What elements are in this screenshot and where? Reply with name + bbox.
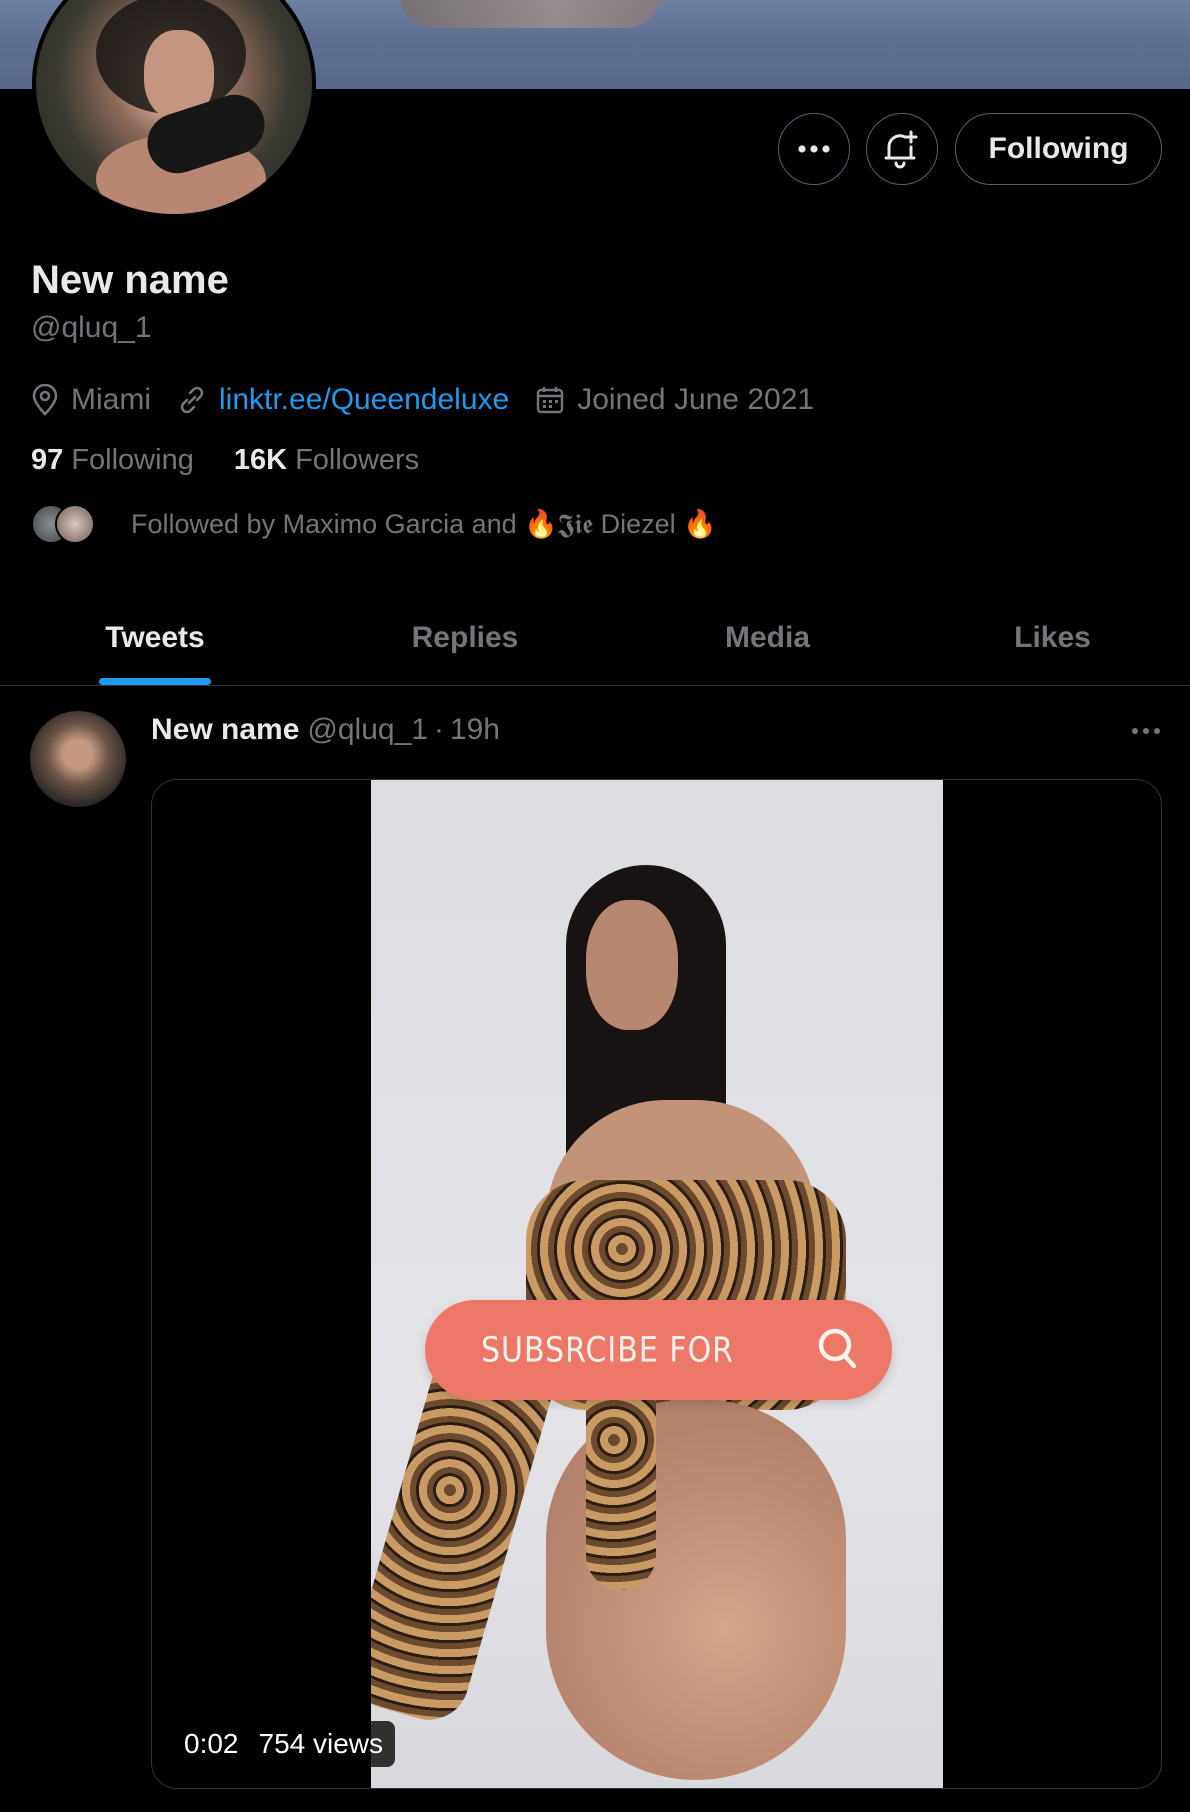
profile-handle: @qluq_1 — [31, 311, 152, 344]
bell-plus-icon — [884, 130, 918, 169]
video-content — [586, 900, 678, 1030]
joined-text: Joined June 2021 — [577, 383, 815, 416]
following-count-link[interactable]: 97 Following — [31, 444, 194, 477]
tweet-author-name[interactable]: New name — [151, 713, 299, 747]
active-tab-indicator — [99, 678, 211, 685]
tab-label: Media — [724, 620, 811, 654]
follower-avatar — [55, 504, 95, 544]
tweet-time[interactable]: 19h — [450, 713, 500, 747]
followers-count-link[interactable]: 16K Followers — [234, 444, 419, 477]
banner-detail — [400, 0, 660, 28]
video-views: 754 views — [258, 1728, 384, 1759]
video-info-badge: 0:02 754 views — [172, 1721, 396, 1767]
tweet-header: New name @qluq_1 · 19h — [151, 713, 500, 747]
location: Miami — [31, 383, 151, 417]
tab-tweets[interactable]: Tweets — [0, 590, 310, 685]
more-horizontal-icon — [798, 145, 830, 153]
overlay-text: SUBSRCIBE FOR — [481, 1329, 735, 1371]
following-label: Following — [71, 444, 194, 476]
joined: Joined June 2021 — [535, 383, 814, 417]
notify-button[interactable] — [866, 113, 938, 185]
following-button[interactable]: Following — [955, 113, 1162, 185]
calendar-icon — [537, 387, 564, 414]
profile-meta: Miami linktr.ee/Queendeluxe Joined June … — [31, 380, 840, 420]
search-icon — [818, 1328, 857, 1369]
location-text: Miami — [71, 383, 151, 416]
follow-counts: 97 Following 16K Followers — [31, 444, 459, 477]
location-pin-icon — [32, 384, 58, 416]
tab-likes[interactable]: Likes — [915, 590, 1190, 685]
tweet-avatar[interactable] — [30, 711, 126, 807]
tab-media[interactable]: Media — [620, 590, 915, 685]
video-duration: 0:02 — [184, 1728, 239, 1759]
tweet-more-button[interactable] — [1126, 716, 1166, 746]
tweet-author-handle[interactable]: @qluq_1 — [307, 713, 428, 747]
profile-link-text[interactable]: linktr.ee/Queendeluxe — [219, 383, 509, 417]
profile-name: New name — [31, 258, 229, 302]
video-frame — [371, 780, 943, 1788]
following-count: 97 — [31, 444, 64, 476]
followed-by-text[interactable]: Followed by Maximo Garcia and 🔥𝕵𝖎𝖊 Dieze… — [131, 508, 717, 541]
tab-label: Tweets — [105, 620, 205, 654]
link-icon — [180, 386, 204, 414]
tab-replies[interactable]: Replies — [310, 590, 620, 685]
more-horizontal-icon — [1132, 728, 1160, 734]
followers-label: Followers — [295, 444, 420, 476]
tab-label: Replies — [411, 620, 519, 654]
followers-count: 16K — [233, 444, 288, 476]
video-overlay-search-bar: SUBSRCIBE FOR — [425, 1300, 892, 1400]
followed-by[interactable]: Followed by Maximo Garcia and 🔥𝕵𝖎𝖊 Dieze… — [31, 504, 717, 544]
profile-avatar[interactable] — [32, 0, 316, 218]
tweet-video[interactable] — [151, 779, 1162, 1789]
profile-tabs: Tweets Replies Media Likes — [0, 590, 1190, 686]
more-button[interactable] — [778, 113, 850, 185]
tweet-separator: · — [433, 713, 444, 746]
profile-link[interactable]: linktr.ee/Queendeluxe — [177, 383, 509, 417]
tab-label: Likes — [1014, 620, 1091, 654]
